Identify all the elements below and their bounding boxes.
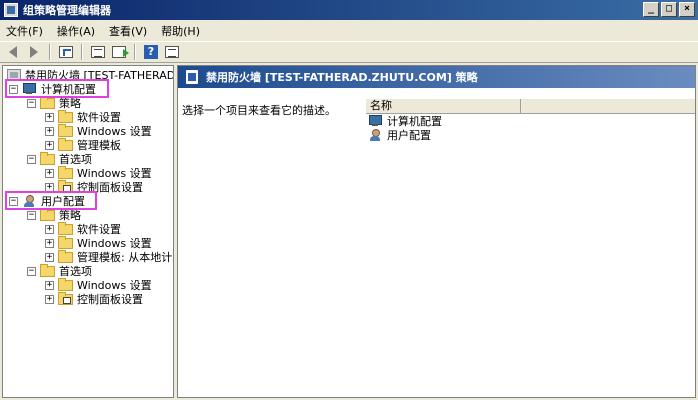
list-item[interactable]: 用户配置 bbox=[368, 128, 431, 142]
folder-icon bbox=[40, 151, 55, 165]
folder-icon bbox=[58, 137, 73, 151]
details-header: 禁用防火墙 [TEST-FATHERAD.ZHUTU.COM] 策略 bbox=[178, 66, 695, 88]
properties-button[interactable] bbox=[163, 44, 181, 61]
control-panel-folder-icon bbox=[58, 179, 73, 193]
tree-item-user-control-panel-settings[interactable]: + 控制面板设置 bbox=[45, 291, 143, 306]
menu-help[interactable]: 帮助(H) bbox=[161, 23, 200, 39]
expand-toggle[interactable]: + bbox=[45, 168, 54, 178]
tree-item-computer-config[interactable]: − 计算机配置 bbox=[9, 82, 96, 96]
policy-icon bbox=[186, 70, 198, 84]
help-button[interactable]: ? bbox=[142, 44, 160, 61]
forward-button[interactable] bbox=[25, 44, 43, 61]
menu-view[interactable]: 查看(V) bbox=[109, 23, 147, 39]
tree-item-user-windows-settings[interactable]: + Windows 设置 bbox=[45, 235, 152, 250]
list-column-headers: 名称 bbox=[366, 99, 695, 114]
column-header-name[interactable]: 名称 bbox=[366, 99, 521, 114]
console-tree[interactable]: 禁用防火墙 [TEST-FATHERAD.ZHUTU.COM] 策略 − 计算机… bbox=[2, 65, 174, 398]
list-item[interactable]: 计算机配置 bbox=[368, 114, 442, 128]
expand-toggle[interactable]: + bbox=[45, 280, 54, 290]
up-level-button[interactable] bbox=[57, 44, 75, 61]
expand-toggle[interactable]: + bbox=[45, 238, 54, 248]
expand-toggle[interactable]: + bbox=[45, 224, 54, 234]
folder-icon bbox=[40, 207, 55, 221]
tree-item-windows-settings[interactable]: + Windows 设置 bbox=[45, 123, 152, 138]
collapse-toggle[interactable]: − bbox=[27, 154, 36, 164]
tree-item-user-pref-windows-settings[interactable]: + Windows 设置 bbox=[45, 277, 152, 292]
expand-toggle[interactable]: + bbox=[45, 252, 54, 262]
folder-icon bbox=[40, 95, 55, 109]
tree-item-user-admin-templates[interactable]: + 管理模板: 从本地计算机检索的策略定义 bbox=[45, 249, 173, 264]
gpo-editor-icon bbox=[4, 3, 18, 17]
tree-item-user-software-settings[interactable]: + 软件设置 bbox=[45, 221, 121, 236]
folder-icon bbox=[58, 221, 73, 235]
collapse-toggle[interactable]: − bbox=[9, 84, 18, 94]
tree-item-user-preferences[interactable]: − 首选项 bbox=[27, 263, 92, 278]
menu-file[interactable]: 文件(F) bbox=[6, 23, 43, 39]
console-tree-icon bbox=[91, 46, 105, 58]
folder-icon bbox=[40, 263, 55, 277]
help-icon: ? bbox=[144, 45, 158, 59]
export-icon bbox=[112, 46, 129, 58]
back-arrow-icon bbox=[9, 46, 17, 58]
tree-item-software-settings[interactable]: + 软件设置 bbox=[45, 109, 121, 124]
tree-item-user-policies[interactable]: − 策略 bbox=[27, 207, 81, 222]
policy-icon bbox=[7, 69, 21, 81]
tree-item-admin-templates[interactable]: + 管理模板 bbox=[45, 137, 121, 152]
title-bar: 组策略管理编辑器 _ □ × bbox=[0, 0, 698, 20]
toolbar-separator bbox=[49, 44, 51, 60]
collapse-toggle[interactable]: − bbox=[27, 98, 36, 108]
computer-icon bbox=[368, 115, 383, 127]
details-header-title: 禁用防火墙 [TEST-FATHERAD.ZHUTU.COM] 策略 bbox=[206, 71, 478, 84]
list-item-label: 用户配置 bbox=[387, 129, 431, 142]
control-panel-folder-icon bbox=[58, 291, 73, 305]
column-header-blank bbox=[521, 99, 695, 114]
toolbar: ? bbox=[0, 41, 698, 63]
tree-item-pref-windows-settings[interactable]: + Windows 设置 bbox=[45, 165, 152, 180]
export-list-button[interactable] bbox=[110, 44, 129, 61]
expand-toggle[interactable]: + bbox=[45, 126, 54, 136]
tree-item-user-config[interactable]: − 用户配置 bbox=[9, 194, 85, 208]
tree-item-control-panel-settings[interactable]: + 控制面板设置 bbox=[45, 179, 143, 194]
tree-item-label: 控制面板设置 bbox=[77, 293, 143, 306]
description-text: 选择一个项目来查看它的描述。 bbox=[182, 104, 336, 117]
minimize-button[interactable]: _ bbox=[643, 2, 659, 17]
back-button[interactable] bbox=[4, 44, 22, 61]
expand-toggle[interactable]: + bbox=[45, 140, 54, 150]
tree-root[interactable]: 禁用防火墙 [TEST-FATHERAD.ZHUTU.COM] 策略 bbox=[7, 68, 173, 82]
forward-arrow-icon bbox=[30, 46, 38, 58]
tree-item-label: 控制面板设置 bbox=[77, 181, 143, 194]
folder-icon bbox=[58, 109, 73, 123]
collapse-toggle[interactable]: − bbox=[9, 196, 18, 206]
user-icon bbox=[368, 128, 383, 142]
details-pane: 禁用防火墙 [TEST-FATHERAD.ZHUTU.COM] 策略 选择一个项… bbox=[177, 65, 696, 398]
expand-toggle[interactable]: + bbox=[45, 112, 54, 122]
computer-icon bbox=[22, 83, 37, 95]
collapse-toggle[interactable]: − bbox=[27, 210, 36, 220]
show-hide-tree-button[interactable] bbox=[89, 44, 107, 61]
toolbar-separator bbox=[134, 44, 136, 60]
tree-item-preferences[interactable]: − 首选项 bbox=[27, 151, 92, 166]
properties-icon bbox=[165, 46, 179, 58]
menu-action[interactable]: 操作(A) bbox=[57, 23, 95, 39]
expand-toggle[interactable]: + bbox=[45, 294, 54, 304]
up-level-icon bbox=[59, 46, 73, 58]
tree-item-policies[interactable]: − 策略 bbox=[27, 95, 81, 110]
window-title: 组策略管理编辑器 bbox=[23, 4, 111, 17]
folder-icon bbox=[58, 277, 73, 291]
collapse-toggle[interactable]: − bbox=[27, 266, 36, 276]
folder-icon bbox=[58, 165, 73, 179]
menu-bar: 文件(F) 操作(A) 查看(V) 帮助(H) bbox=[0, 21, 698, 41]
user-icon bbox=[22, 194, 37, 208]
toolbar-separator bbox=[81, 44, 83, 60]
close-button[interactable]: × bbox=[679, 2, 695, 17]
maximize-button[interactable]: □ bbox=[661, 2, 677, 17]
folder-icon bbox=[58, 235, 73, 249]
expand-toggle[interactable]: + bbox=[45, 182, 54, 192]
folder-icon bbox=[58, 249, 73, 263]
folder-icon bbox=[58, 123, 73, 137]
window-controls: _ □ × bbox=[643, 2, 695, 17]
